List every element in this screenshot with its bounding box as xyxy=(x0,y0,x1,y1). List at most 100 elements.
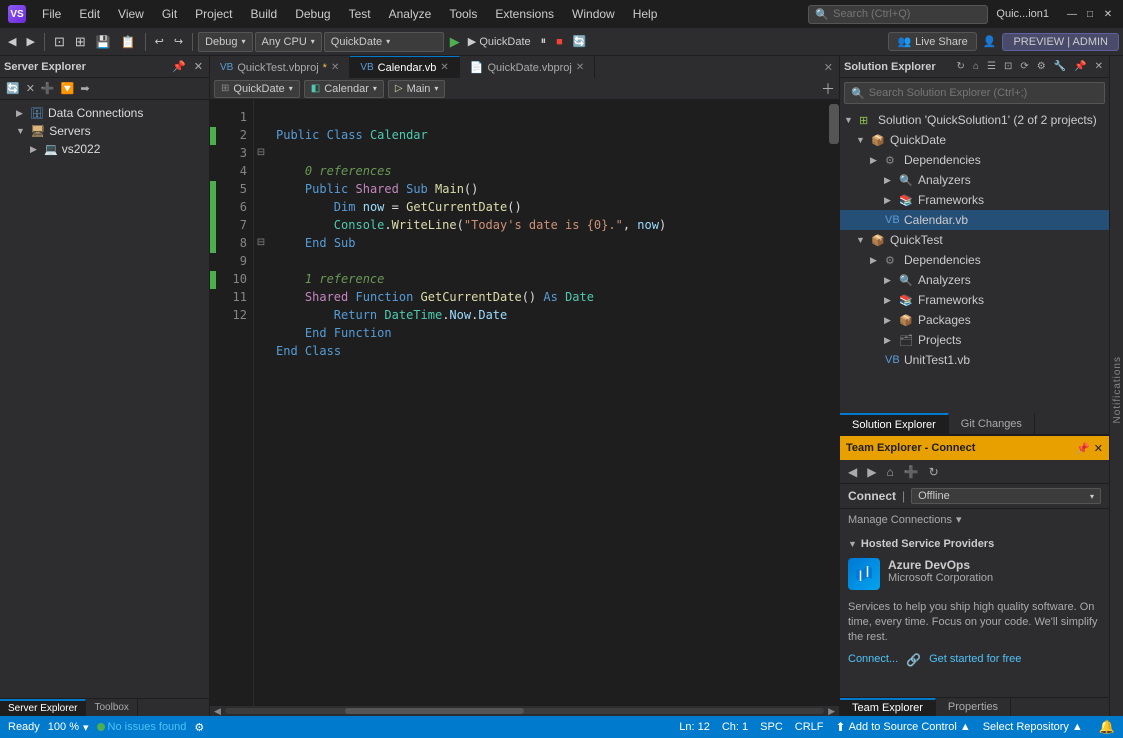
horizontal-scrollbar-thumb[interactable] xyxy=(345,708,525,714)
menu-project[interactable]: Project xyxy=(187,5,240,23)
tab-close-button[interactable]: ✕ xyxy=(331,62,339,73)
scroll-left-btn[interactable]: ◀ xyxy=(214,706,221,717)
te-refresh-btn[interactable]: ↻ xyxy=(925,464,943,480)
scroll-right-btn[interactable]: ▶ xyxy=(828,706,835,717)
method-dropdown[interactable]: ▷ Main xyxy=(388,80,446,98)
se-pin-btn[interactable]: 📌 xyxy=(1072,60,1088,73)
class-dropdown[interactable]: ◧ Calendar xyxy=(304,80,384,98)
se-node-projects[interactable]: ▶ 🗂 Projects xyxy=(840,330,1109,350)
preview-admin-button[interactable]: PREVIEW | ADMIN xyxy=(1002,33,1119,51)
menu-tools[interactable]: Tools xyxy=(441,5,485,23)
run-button[interactable]: ▶ xyxy=(446,32,464,52)
menu-view[interactable]: View xyxy=(110,5,152,23)
se-home-btn[interactable]: ⌂ xyxy=(971,60,981,73)
se-refresh2-btn[interactable]: ⟳ xyxy=(1018,60,1030,73)
editor-vertical-scrollbar[interactable] xyxy=(829,100,839,706)
tab-close-button[interactable]: ✕ xyxy=(576,62,584,73)
back-button[interactable]: ◀ xyxy=(4,33,20,50)
account-btn[interactable]: 👤 xyxy=(979,33,1001,50)
select-repository-button[interactable]: Select Repository ▲ xyxy=(983,721,1083,733)
server-explorer-close[interactable]: ✕ xyxy=(192,59,205,74)
fold-button-3[interactable]: ⊟ xyxy=(254,144,268,162)
manage-connections-btn[interactable]: Manage Connections ▾ xyxy=(840,509,1109,530)
tree-vs2022[interactable]: ▶ 💻 vs2022 xyxy=(0,140,209,158)
tab-server-explorer[interactable]: Server Explorer xyxy=(0,699,86,716)
toolbar-btn-3[interactable]: 💾 xyxy=(92,33,115,51)
team-explorer-status-dropdown[interactable]: Offline xyxy=(911,488,1101,504)
se-node-quickdate[interactable]: ▼ 📦 QuickDate xyxy=(840,130,1109,150)
se-properties-btn[interactable]: ☰ xyxy=(985,60,998,73)
tab-close-button[interactable]: ✕ xyxy=(440,62,448,73)
live-share-button[interactable]: 👥 Live Share xyxy=(888,32,976,51)
se-node-quicktest[interactable]: ▼ 📦 QuickTest xyxy=(840,230,1109,250)
se-node-solution[interactable]: ▼ ⊞ Solution 'QuickSolution1' (2 of 2 pr… xyxy=(840,110,1109,130)
te-back-btn[interactable]: ◀ xyxy=(844,464,861,480)
pause-button[interactable]: ⏸ xyxy=(537,33,551,50)
maximize-button[interactable]: □ xyxy=(1083,7,1097,21)
restart-button[interactable]: 🔄 xyxy=(569,33,591,50)
project-dropdown[interactable]: QuickDate xyxy=(324,32,444,52)
te-get-started-link[interactable]: Get started for free xyxy=(929,653,1021,667)
se-node-deps2[interactable]: ▶ ⚙ Dependencies xyxy=(840,250,1109,270)
undo-button[interactable]: ↩ xyxy=(151,33,168,50)
server-explorer-pin[interactable]: 📌 xyxy=(170,59,188,74)
tab-solution-explorer[interactable]: Solution Explorer xyxy=(840,413,949,434)
title-search-input[interactable] xyxy=(833,8,973,20)
status-zoom[interactable]: 100 % ▾ xyxy=(48,721,89,734)
te-forward-btn[interactable]: ▶ xyxy=(863,464,880,480)
se-node-deps1[interactable]: ▶ ⚙ Dependencies xyxy=(840,150,1109,170)
menu-git[interactable]: Git xyxy=(154,5,185,23)
se-node-calendar-vb[interactable]: ▶ VB Calendar.vb xyxy=(840,210,1109,230)
code-content[interactable]: Public Class Calendar 0 references Publi… xyxy=(268,100,829,706)
close-button[interactable]: ✕ xyxy=(1101,7,1115,21)
tab-calendar-vb[interactable]: VB Calendar.vb ✕ xyxy=(350,56,459,78)
te-connect-link[interactable]: Connect... xyxy=(848,653,898,667)
status-settings-icon[interactable]: ⚙ xyxy=(194,721,204,734)
se-node-unittest1-vb[interactable]: ▶ VB UnitTest1.vb xyxy=(840,350,1109,370)
se-node-analyzers2[interactable]: ▶ 🔍 Analyzers xyxy=(840,270,1109,290)
se-gear-btn[interactable]: 🔧 xyxy=(1052,60,1068,73)
te-pin-btn[interactable]: 📌 xyxy=(1076,442,1090,455)
add-to-source-control-button[interactable]: ⬆ Add to Source Control ▲ xyxy=(836,720,971,734)
toolbar-btn-4[interactable]: 📋 xyxy=(117,33,140,51)
te-close-btn[interactable]: ✕ xyxy=(1094,442,1103,455)
tab-quickdate-vbproj[interactable]: 📄 QuickDate.vbproj ✕ xyxy=(460,56,595,78)
se-close-btn[interactable]: ✕ xyxy=(1093,60,1105,73)
add-member-button[interactable]: ＋ xyxy=(821,79,835,99)
menu-analyze[interactable]: Analyze xyxy=(381,5,440,23)
solution-explorer-search-input[interactable] xyxy=(869,87,1098,99)
se-node-frameworks1[interactable]: ▶ 📚 Frameworks xyxy=(840,190,1109,210)
debug-mode-dropdown[interactable]: Debug xyxy=(198,32,252,52)
fold-button-8[interactable]: ⊟ xyxy=(254,234,268,252)
close-all-btn[interactable]: ✕ xyxy=(818,61,839,74)
bell-icon[interactable]: 🔔 xyxy=(1099,719,1115,735)
tab-git-changes[interactable]: Git Changes xyxy=(949,413,1035,434)
menu-file[interactable]: File xyxy=(34,5,69,23)
tab-properties-bottom[interactable]: Properties xyxy=(936,698,1011,716)
te-add-btn[interactable]: ➕ xyxy=(900,464,923,480)
se-settings-btn[interactable]: ⚙ xyxy=(1035,60,1048,73)
se-node-packages[interactable]: ▶ 📦 Packages xyxy=(840,310,1109,330)
menu-debug[interactable]: Debug xyxy=(287,5,338,23)
platform-dropdown[interactable]: Any CPU xyxy=(255,32,322,52)
tree-data-connections[interactable]: ▶ 🗄 Data Connections xyxy=(0,104,209,122)
menu-window[interactable]: Window xyxy=(564,5,623,23)
se-sync-btn[interactable]: ↻ xyxy=(955,60,967,73)
status-no-issues[interactable]: No issues found xyxy=(97,721,187,733)
menu-extensions[interactable]: Extensions xyxy=(487,5,562,23)
tab-quicktest-vbproj[interactable]: VB QuickTest.vbproj * ✕ xyxy=(210,56,350,78)
stop-button[interactable]: ■ xyxy=(552,34,567,50)
tab-team-explorer-bottom[interactable]: Team Explorer xyxy=(840,698,936,716)
tab-toolbox[interactable]: Toolbox xyxy=(86,699,137,716)
se-filter-btn[interactable]: 🔽 xyxy=(59,81,77,96)
forward-button[interactable]: ▶ xyxy=(22,33,38,50)
redo-button[interactable]: ↪ xyxy=(170,33,187,50)
toolbar-btn-2[interactable]: ⊞ xyxy=(71,32,90,52)
se-close2-btn[interactable]: ✕ xyxy=(24,81,37,96)
minimize-button[interactable]: — xyxy=(1065,7,1079,21)
se-arrow-btn[interactable]: ➡ xyxy=(78,81,91,96)
te-home-btn[interactable]: ⌂ xyxy=(882,464,897,480)
se-node-analyzers1[interactable]: ▶ 🔍 Analyzers xyxy=(840,170,1109,190)
se-refresh-btn[interactable]: 🔄 xyxy=(4,81,22,96)
hosted-service-providers-header[interactable]: ▼ Hosted Service Providers xyxy=(848,534,1101,552)
